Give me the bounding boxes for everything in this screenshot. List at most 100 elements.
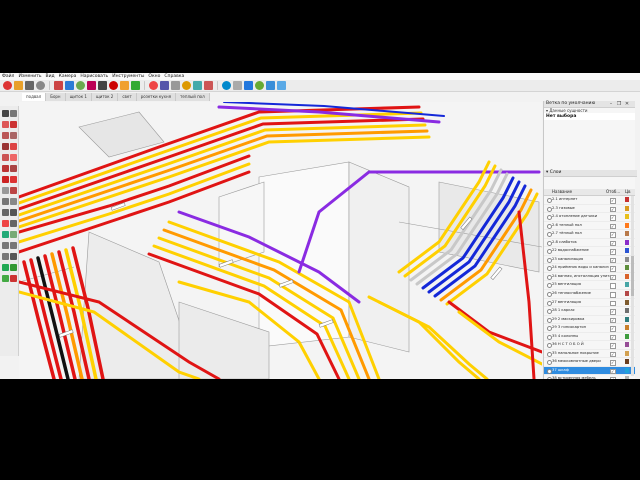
layer-color-swatch[interactable] — [625, 239, 629, 245]
layer-row[interactable]: 23 канализация — [544, 256, 635, 265]
layer-row[interactable]: 29 3 гипсокартон — [544, 324, 635, 333]
layer-color-swatch[interactable] — [625, 367, 629, 373]
layer-row[interactable]: 24 ванная, инсталляция унитаз — [544, 273, 635, 282]
arc-icon[interactable] — [2, 154, 9, 161]
scene-tab[interactable]: подвал — [22, 93, 47, 101]
push-pull-icon[interactable] — [65, 81, 74, 90]
layer-icon[interactable] — [255, 81, 264, 90]
layer-row[interactable]: 2.3 газовые — [544, 205, 635, 214]
layer-visibility-checkbox[interactable] — [610, 334, 616, 341]
scene-tab[interactable]: щиток 2 — [91, 93, 119, 101]
look-around-icon[interactable] — [2, 275, 9, 282]
layer-visibility-checkbox[interactable] — [610, 231, 616, 238]
scroll-thumb[interactable] — [631, 256, 634, 296]
layer-visibility-checkbox[interactable] — [610, 292, 616, 298]
layer-visibility-checkbox[interactable] — [610, 308, 616, 315]
rotate-icon[interactable] — [87, 81, 96, 90]
dimension-icon[interactable] — [10, 198, 17, 205]
layer-color-swatch[interactable] — [625, 265, 629, 271]
layer-color-swatch[interactable] — [625, 273, 629, 279]
layer-row[interactable]: 35 4 колонны — [544, 333, 635, 342]
look-icon[interactable] — [244, 81, 253, 90]
zoom-window-icon[interactable] — [10, 242, 17, 249]
layer-row[interactable]: 2.6 теплый пол — [544, 222, 635, 231]
zoom-extents-icon[interactable] — [193, 81, 202, 90]
circle-icon[interactable] — [10, 143, 17, 150]
components-icon[interactable] — [277, 81, 286, 90]
minimize-icon[interactable]: – — [607, 101, 615, 107]
freehand-icon[interactable] — [10, 132, 17, 139]
3d-viewport[interactable] — [19, 102, 542, 379]
col-name[interactable]: Название — [552, 189, 572, 195]
pan-icon[interactable] — [171, 81, 180, 90]
layer-color-swatch[interactable] — [625, 282, 629, 288]
3d-text-icon[interactable] — [10, 220, 17, 227]
layer-row[interactable]: 35 напольное покрытие — [544, 350, 635, 359]
offset-icon[interactable] — [109, 81, 118, 90]
layer-color-swatch[interactable] — [625, 222, 629, 228]
shape-icon[interactable] — [54, 81, 63, 90]
layer-color-swatch[interactable] — [625, 256, 629, 262]
layer-visibility-checkbox[interactable] — [610, 248, 616, 255]
layer-visibility-checkbox[interactable] — [610, 368, 616, 375]
layer-color-swatch[interactable] — [625, 197, 629, 202]
scene-tab[interactable]: свет — [118, 93, 137, 101]
offset-icon[interactable] — [10, 187, 17, 194]
layer-row[interactable]: 22 водоснабжение — [544, 247, 635, 256]
layer-visibility-checkbox[interactable] — [610, 342, 616, 349]
menu-item[interactable]: Камера — [57, 74, 79, 79]
pencil-icon[interactable] — [25, 81, 34, 90]
layer-visibility-checkbox[interactable] — [610, 257, 616, 264]
layer-row[interactable]: 37 шкаф — [544, 366, 635, 376]
section-icon[interactable] — [204, 81, 213, 90]
axes-icon[interactable] — [2, 220, 9, 227]
walk-icon[interactable] — [10, 264, 17, 271]
layer-color-swatch[interactable] — [625, 316, 629, 322]
layer-visibility-checkbox[interactable] — [610, 377, 616, 379]
col-color[interactable]: Цв — [625, 189, 630, 195]
layer-row[interactable]: 2.1 интернет — [544, 196, 635, 205]
eraser-icon[interactable] — [2, 121, 9, 128]
layer-visibility-checkbox[interactable] — [610, 325, 616, 332]
move-icon[interactable] — [2, 176, 9, 183]
col-visible[interactable]: Отоб... — [606, 189, 620, 195]
layer-row[interactable]: 28 1 каркас — [544, 307, 635, 316]
layer-color-swatch[interactable] — [625, 248, 629, 254]
follow-me-icon[interactable] — [10, 165, 17, 172]
layer-visibility-checkbox[interactable] — [610, 214, 616, 221]
menu-item[interactable]: Инструменты — [110, 74, 146, 79]
orbit-icon[interactable] — [2, 231, 9, 238]
menu-item[interactable]: Вид — [44, 74, 57, 79]
restore-icon[interactable]: ❐ — [615, 101, 623, 107]
zoom-icon[interactable] — [182, 81, 191, 90]
menu-item[interactable]: Изменить — [16, 74, 43, 79]
layer-color-swatch[interactable] — [625, 299, 629, 305]
layer-visibility-checkbox[interactable] — [610, 274, 616, 281]
layer-row[interactable]: 27 вентиляция — [544, 299, 635, 308]
select-icon[interactable] — [2, 110, 9, 117]
scale-icon[interactable] — [98, 81, 107, 90]
layer-color-swatch[interactable] — [625, 359, 629, 365]
push-pull-icon[interactable] — [2, 165, 9, 172]
scene-tab[interactable]: розетки кухня — [136, 93, 177, 101]
menu-item[interactable]: Окно — [146, 74, 162, 79]
text-icon[interactable] — [131, 81, 140, 90]
position-camera-icon[interactable] — [2, 264, 9, 271]
layer-color-swatch[interactable] — [625, 376, 629, 379]
previous-view-icon[interactable] — [10, 253, 17, 260]
paint-icon[interactable] — [149, 81, 158, 90]
layer-row[interactable]: 2.8 слаботок — [544, 239, 635, 248]
arc-icon[interactable] — [36, 81, 45, 90]
walk-icon[interactable] — [233, 81, 242, 90]
camera-icon[interactable] — [222, 81, 231, 90]
tape-icon[interactable] — [120, 81, 129, 90]
sync-icon[interactable] — [266, 81, 275, 90]
layer-visibility-checkbox[interactable] — [610, 223, 616, 230]
layer-color-swatch[interactable] — [625, 205, 629, 211]
layer-row[interactable]: 29 2 маскировка — [544, 316, 635, 325]
layer-row[interactable]: 38 встроенная мебель — [544, 375, 635, 379]
select-icon[interactable] — [3, 81, 12, 90]
zoom-extents-icon[interactable] — [2, 253, 9, 260]
pencil-icon[interactable] — [2, 132, 9, 139]
layer-visibility-checkbox[interactable] — [610, 265, 616, 272]
